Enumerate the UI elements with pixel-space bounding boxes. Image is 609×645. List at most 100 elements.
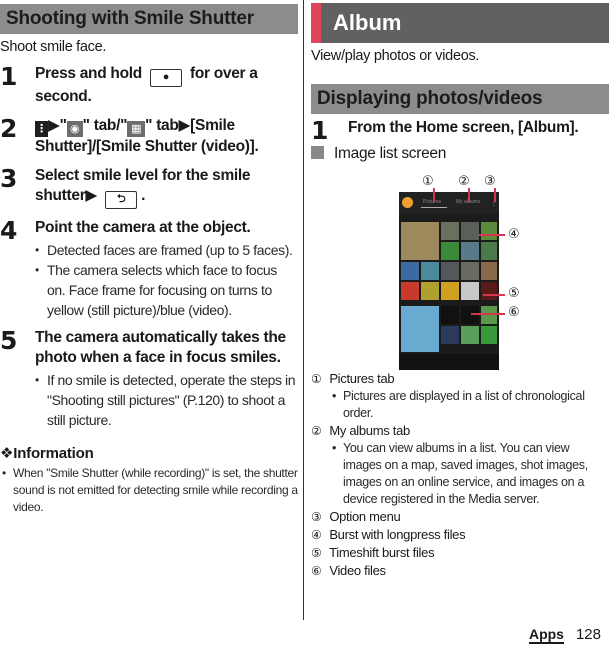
album-screenshot: Pictures My albums ⋮ <box>399 192 499 370</box>
callout-4: ④ <box>508 226 520 241</box>
thumbnail[interactable] <box>401 222 439 260</box>
thumbnail[interactable] <box>421 262 439 280</box>
legend-marker: ② <box>311 424 322 438</box>
menu-icon: ⋮ <box>35 121 48 137</box>
step-4: 4 Point the camera at the object. Detect… <box>0 216 298 320</box>
step-5: 5 The camera automatically takes the pho… <box>0 326 298 430</box>
callout-5: ⑤ <box>508 285 520 300</box>
heading-accent <box>311 3 321 43</box>
legend-marker: ④ <box>311 528 322 542</box>
timeshift-thumbnail[interactable] <box>481 282 497 300</box>
legend-bullet: Pictures are displayed in a list of chro… <box>311 388 609 422</box>
bullet-list: Detected faces are framed (up to 5 faces… <box>35 240 298 320</box>
thumbnail[interactable] <box>481 326 497 344</box>
bullet-item: If no smile is detected, operate the ste… <box>35 370 298 430</box>
information-item: When "Smile Shutter (while recording)" i… <box>0 465 298 516</box>
section-heading: Shooting with Smile Shutter <box>0 4 298 34</box>
camera-key-icon: ● <box>149 69 182 87</box>
subheading: Displaying photos/videos <box>311 84 609 114</box>
thumbnail[interactable] <box>481 242 497 260</box>
back-key-icon: ⮌ <box>105 191 138 209</box>
step-number: 5 <box>0 326 18 355</box>
screen-label: Image list screen <box>311 145 609 163</box>
legend-marker: ③ <box>311 510 322 524</box>
thumbnail[interactable] <box>461 282 479 300</box>
thumbnail[interactable] <box>481 262 497 280</box>
legend-item: ① Pictures tab <box>311 370 609 388</box>
legend-marker: ⑥ <box>311 564 322 578</box>
legend-label: Burst with longpress files <box>329 527 466 542</box>
callout-line <box>468 188 470 202</box>
step-text: . <box>141 187 146 204</box>
section-name: Apps <box>528 626 564 644</box>
bullet-item: Detected faces are framed (up to 5 faces… <box>35 240 298 260</box>
callout-line <box>471 313 505 315</box>
bullet-list: If no smile is detected, operate the ste… <box>35 370 298 430</box>
thumbnail[interactable] <box>441 282 459 300</box>
video-thumbnail[interactable] <box>441 306 459 324</box>
thumbnail[interactable] <box>441 222 459 240</box>
legend-item: ④ Burst with longpress files <box>311 526 609 544</box>
thumbnail[interactable] <box>421 282 439 300</box>
callout-2: ② <box>458 173 470 188</box>
square-bullet-icon <box>311 146 324 159</box>
callout-line <box>483 294 505 296</box>
intro-text: View/play photos or videos. <box>311 48 480 64</box>
step-1: 1 From the Home screen, [Album]. <box>311 116 609 145</box>
step-text: From the Home screen, [Album]. <box>348 119 579 136</box>
thumbnail[interactable] <box>401 282 419 300</box>
step-text: " tab/" <box>82 117 128 134</box>
step-number: 2 <box>0 114 18 143</box>
legend-item: ② My albums tab <box>311 422 609 440</box>
legend-label: My albums tab <box>329 423 410 438</box>
legend-item: ③ Option menu <box>311 508 609 526</box>
legend-marker: ① <box>311 372 322 386</box>
information-title: ❖Information <box>0 445 94 462</box>
step-2: 2 ⋮▶" ◉ " tab/" ▦ " tab▶[Smile Shutter]/[Smi… <box>0 114 298 157</box>
thumbnail[interactable] <box>441 326 459 344</box>
legend-label: Timeshift burst files <box>329 545 435 560</box>
callout-line <box>494 188 496 202</box>
legend-bullet: You can view albums in a list. You can v… <box>311 440 609 508</box>
active-tab-indicator <box>421 207 447 208</box>
information-box: ❖Information When "Smile Shutter (while … <box>0 444 298 516</box>
step-number: 3 <box>0 164 18 193</box>
column-divider <box>303 0 304 620</box>
page-number: 128 <box>575 626 601 643</box>
thumbnail[interactable] <box>401 306 439 352</box>
information-list: When "Smile Shutter (while recording)" i… <box>0 465 298 516</box>
thumbnail[interactable] <box>441 262 459 280</box>
thumbnail[interactable] <box>461 242 479 260</box>
camera-mode-icon: ◉ <box>66 121 83 137</box>
thumbnail[interactable] <box>481 306 497 324</box>
legend-marker: ⑤ <box>311 546 322 560</box>
thumbnail-grid <box>401 222 497 352</box>
step-number: 1 <box>0 62 18 91</box>
screenshot-nav-bar <box>399 354 499 370</box>
legend-label: Option menu <box>329 509 401 524</box>
thumbnail[interactable] <box>461 222 479 240</box>
video-thumbnail[interactable] <box>461 306 479 324</box>
legend-item: ⑤ Timeshift burst files <box>311 544 609 562</box>
callout-1: ① <box>422 173 434 188</box>
step-text: Press and hold <box>35 65 142 82</box>
burst-thumbnail[interactable] <box>481 222 497 240</box>
callout-line <box>433 188 435 202</box>
album-heading: Album <box>311 3 609 43</box>
callout-3: ③ <box>484 173 496 188</box>
step-text: ▶" <box>48 117 67 134</box>
page-footer: Apps 128 <box>528 626 601 644</box>
thumbnail[interactable] <box>401 262 419 280</box>
thumbnail[interactable] <box>461 262 479 280</box>
step-text: The camera automatically takes the photo… <box>35 329 286 366</box>
callout-legend: ① Pictures tab Pictures are displayed in… <box>311 370 609 580</box>
legend-bullets: Pictures are displayed in a list of chro… <box>311 388 609 422</box>
intro-text: Shoot smile face. <box>0 39 107 55</box>
legend-label: Pictures tab <box>329 371 395 386</box>
thumbnail[interactable] <box>461 326 479 344</box>
album-app-icon <box>402 197 413 208</box>
thumbnail[interactable] <box>441 242 459 260</box>
step-text: Point the camera at the object. <box>35 219 251 236</box>
left-column: Shooting with Smile Shutter Shoot smile … <box>0 0 298 516</box>
bullet-item: The camera selects which face to focus o… <box>35 260 298 320</box>
